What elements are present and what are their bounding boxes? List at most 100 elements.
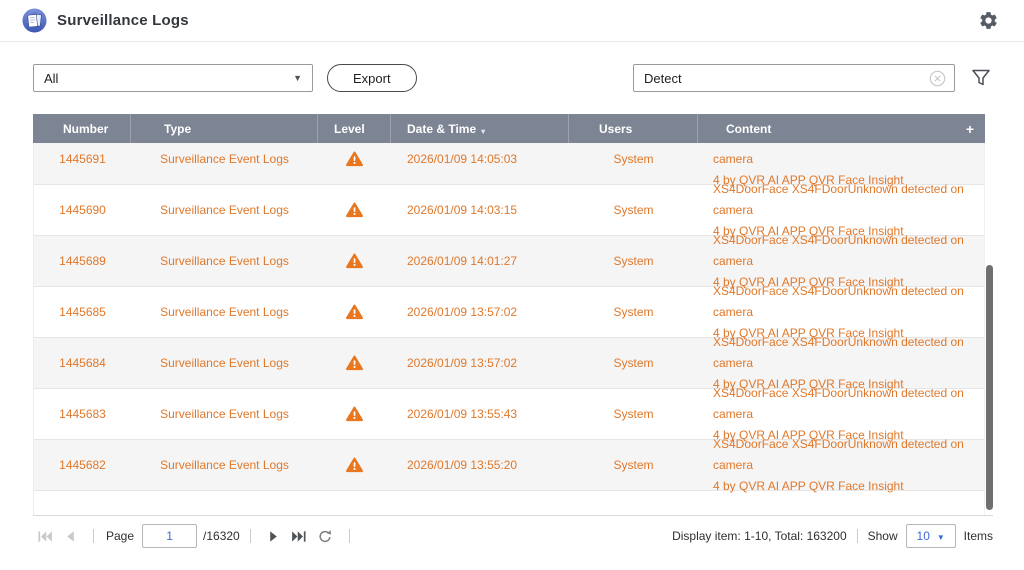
log-type-dropdown[interactable]: All ▼ [33, 64, 313, 92]
cell-user: System [569, 287, 698, 337]
filter-funnel-icon[interactable] [971, 68, 991, 88]
show-label: Show [868, 529, 898, 543]
table-rows: 1445691 Surveillance Event Logs 2026/01/… [34, 143, 984, 491]
column-header-datetime[interactable]: Date & Time ▾ [390, 114, 568, 143]
column-header-number[interactable]: Number [33, 114, 130, 143]
page-size-dropdown[interactable]: 10 ▼ [906, 524, 956, 548]
cell-user: System [569, 440, 698, 490]
warning-icon [346, 355, 363, 371]
cell-type: Surveillance Event Logs [131, 185, 318, 235]
cell-type: Surveillance Event Logs [131, 338, 318, 388]
cell-datetime: 2026/01/09 14:03:15 [391, 185, 569, 235]
table-row[interactable]: 1445682 Surveillance Event Logs 2026/01/… [34, 440, 984, 491]
cell-type: Surveillance Event Logs [131, 287, 318, 337]
cell-number: 1445690 [34, 185, 131, 235]
pagination-bar: Page /16320 Display item: 1-10, Total: 1… [33, 516, 993, 556]
cell-datetime: 2026/01/09 14:05:03 [391, 143, 569, 184]
cell-user: System [569, 236, 698, 286]
divider [857, 529, 858, 543]
table-row[interactable]: 1445690 Surveillance Event Logs 2026/01/… [34, 185, 984, 236]
display-info: Display item: 1-10, Total: 163200 [672, 529, 847, 543]
warning-icon [346, 457, 363, 473]
log-type-dropdown-value: All [44, 71, 58, 86]
first-page-button[interactable] [38, 530, 53, 543]
warning-icon [346, 253, 363, 269]
divider [349, 529, 350, 543]
gear-icon[interactable] [978, 10, 999, 31]
cell-type: Surveillance Event Logs [131, 440, 318, 490]
cell-level [318, 143, 391, 184]
warning-icon [346, 304, 363, 320]
cell-level [318, 389, 391, 439]
cell-number: 1445682 [34, 440, 131, 490]
page-number-input[interactable] [142, 524, 197, 548]
last-page-button[interactable] [291, 530, 306, 543]
cell-type: Surveillance Event Logs [131, 143, 318, 184]
cell-user: System [569, 185, 698, 235]
column-header-users[interactable]: Users [568, 114, 697, 143]
divider [93, 529, 94, 543]
cell-number: 1445683 [34, 389, 131, 439]
cell-level [318, 185, 391, 235]
cell-content: XS4DoorFace XS4FDoorUnknown detected on … [698, 338, 984, 388]
warning-icon [346, 151, 363, 167]
cell-user: System [569, 143, 698, 184]
cell-level [318, 440, 391, 490]
cell-content: XS4DoorFace XS4FDoorUnknown detected on … [698, 236, 984, 286]
cell-datetime: 2026/01/09 13:57:02 [391, 287, 569, 337]
next-page-button[interactable] [266, 530, 281, 543]
warning-icon [346, 406, 363, 422]
table-row[interactable]: 1445683 Surveillance Event Logs 2026/01/… [34, 389, 984, 440]
cell-content: XS4DoorFace XS4FDoorUnknown detected on … [698, 185, 984, 235]
table-row[interactable]: 1445684 Surveillance Event Logs 2026/01/… [34, 338, 984, 389]
cell-number: 1445689 [34, 236, 131, 286]
cell-datetime: 2026/01/09 14:01:27 [391, 236, 569, 286]
column-header-type[interactable]: Type [130, 114, 317, 143]
toolbar: All ▼ Export [33, 64, 991, 92]
cell-level [318, 338, 391, 388]
surveillance-logs-app-icon [22, 8, 47, 33]
cell-content: XS4DoorFace XS4FDoorUnknown detected on … [698, 440, 984, 490]
export-button[interactable]: Export [327, 64, 417, 92]
page-size-value: 10 [917, 529, 930, 543]
cell-number: 1445691 [34, 143, 131, 184]
total-pages: /16320 [203, 529, 240, 543]
cell-user: System [569, 389, 698, 439]
table-header-row: Number Type Level Date & Time ▾ Users Co… [33, 114, 985, 143]
sort-desc-icon: ▾ [481, 127, 485, 136]
refresh-icon[interactable] [317, 529, 333, 544]
search-input[interactable] [644, 71, 929, 86]
cell-level [318, 287, 391, 337]
table-row[interactable]: 1445689 Surveillance Event Logs 2026/01/… [34, 236, 984, 287]
add-column-button[interactable]: + [955, 114, 985, 143]
vertical-scrollbar[interactable] [986, 265, 993, 510]
display-info-group: Display item: 1-10, Total: 163200 Show 1… [672, 524, 993, 548]
chevron-down-icon: ▼ [293, 73, 302, 83]
cell-type: Surveillance Event Logs [131, 389, 318, 439]
table-body: 1445691 Surveillance Event Logs 2026/01/… [33, 143, 985, 515]
cell-number: 1445684 [34, 338, 131, 388]
app-header: Surveillance Logs [0, 0, 1024, 42]
page-title: Surveillance Logs [57, 12, 189, 29]
column-header-level[interactable]: Level [317, 114, 390, 143]
cell-content: XS4DoorFace XS4FDoorUnknown detected on … [698, 287, 984, 337]
column-header-content[interactable]: Content [697, 114, 955, 143]
cell-datetime: 2026/01/09 13:57:02 [391, 338, 569, 388]
cell-datetime: 2026/01/09 13:55:20 [391, 440, 569, 490]
warning-icon [346, 202, 363, 218]
clear-search-icon[interactable] [929, 70, 946, 87]
cell-number: 1445685 [34, 287, 131, 337]
cell-type: Surveillance Event Logs [131, 236, 318, 286]
logs-table: Number Type Level Date & Time ▾ Users Co… [33, 114, 993, 516]
cell-user: System [569, 338, 698, 388]
cell-content: XS4DoorFace XS4FDoorUnknown detected on … [698, 389, 984, 439]
chevron-down-icon: ▼ [937, 533, 945, 542]
page-label: Page [106, 529, 134, 543]
table-row[interactable]: 1445685 Surveillance Event Logs 2026/01/… [34, 287, 984, 338]
previous-page-button[interactable] [63, 530, 78, 543]
surveillance-logs-app: Surveillance Logs All ▼ Export Number Ty… [0, 0, 1024, 570]
cell-level [318, 236, 391, 286]
search-field[interactable] [633, 64, 955, 92]
divider [250, 529, 251, 543]
cell-datetime: 2026/01/09 13:55:43 [391, 389, 569, 439]
